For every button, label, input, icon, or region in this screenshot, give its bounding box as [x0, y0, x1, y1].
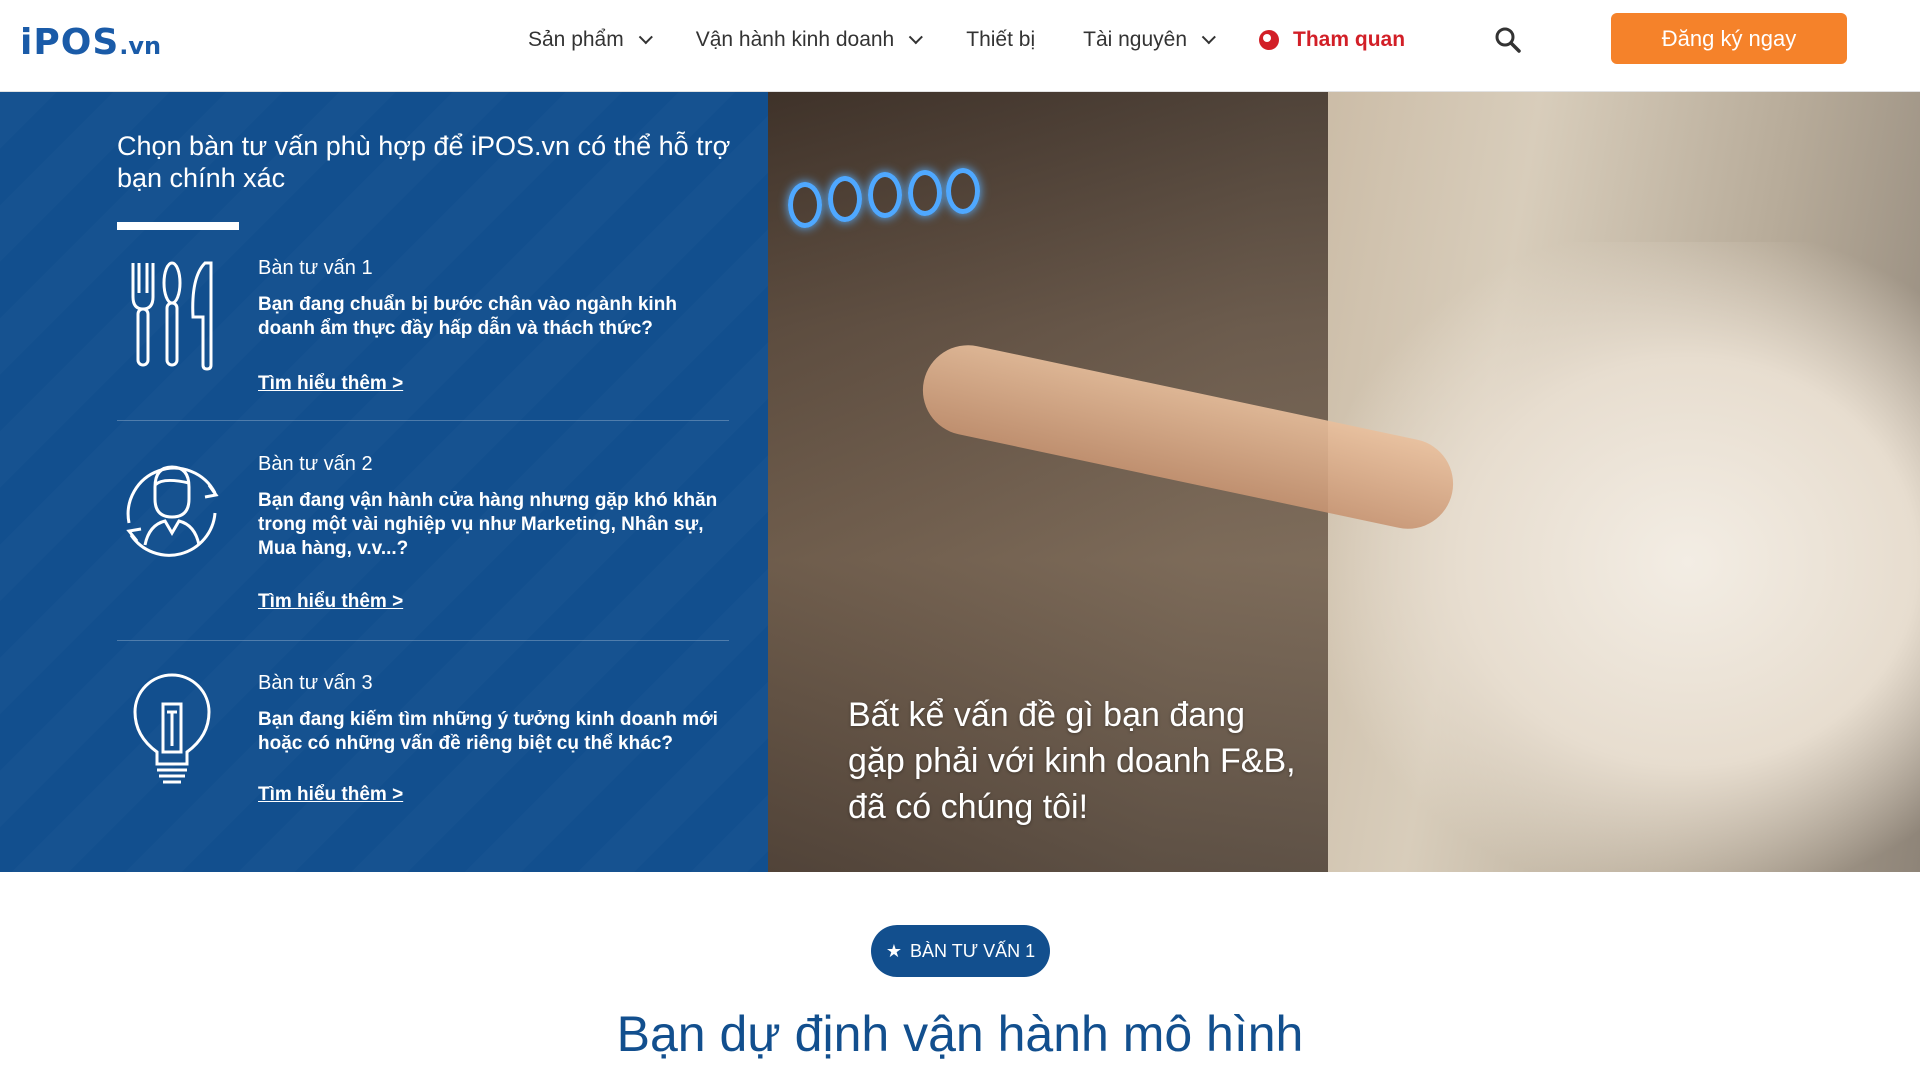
machine-light	[868, 172, 902, 218]
machine-light	[946, 168, 980, 214]
nav-label: Vận hành kinh doanh	[695, 28, 895, 51]
advisor-card-2: Bàn tư vấn 2 Bạn đang vận hành cửa hàng …	[117, 453, 729, 643]
nav-label: Tài nguyên	[1083, 28, 1188, 51]
machine-light	[788, 182, 822, 228]
learn-more-link[interactable]: Tìm hiểu thêm >	[258, 784, 403, 806]
globe-icon	[1259, 30, 1280, 50]
advisor-panel-title: Chọn bàn tư vấn phù hợp để iPOS.vn có th…	[117, 131, 731, 193]
chevron-down-icon	[638, 30, 653, 45]
lightbulb-icon	[117, 672, 227, 792]
barista-graphic	[1328, 242, 1920, 872]
nav-label: Sản phẩm	[528, 28, 624, 51]
advisor-card-3: Bàn tư vấn 3 Bạn đang kiếm tìm những ý t…	[117, 672, 729, 842]
machine-light	[828, 176, 862, 222]
quote-line: Bất kể vấn đề gì bạn đang	[848, 696, 1245, 734]
advisor-badge[interactable]: ★ BÀN TƯ VẤN 1	[871, 925, 1050, 977]
machine-light	[908, 170, 942, 216]
nav-label: Thiết bị	[966, 28, 1036, 51]
advisor-description: Bạn đang chuẩn bị bước chân vào ngành ki…	[258, 294, 677, 339]
nav-item-operations[interactable]: Vận hành kinh doanh	[695, 28, 924, 52]
person-cycle-icon	[117, 453, 227, 573]
chevron-down-icon	[909, 30, 924, 45]
nav-item-products[interactable]: Sản phẩm	[528, 28, 653, 52]
hero-section: Chọn bàn tư vấn phù hợp để iPOS.vn có th…	[0, 92, 1920, 872]
nav-item-devices[interactable]: Thiết bị	[966, 28, 1035, 52]
hero-quote: Bất kể vấn đề gì bạn đang gặp phải với k…	[848, 692, 1368, 830]
nav-item-resources[interactable]: Tài nguyên	[1083, 28, 1216, 52]
advisor-description: Bạn đang vận hành cửa hàng nhưng gặp khó…	[258, 490, 718, 559]
register-button[interactable]: Đăng ký ngay	[1611, 13, 1847, 64]
star-icon: ★	[885, 940, 903, 961]
cutlery-icon	[117, 257, 227, 377]
quote-line: gặp phải với kinh doanh F&B,	[848, 742, 1296, 780]
badge-label: BÀN TƯ VẤN 1	[910, 940, 1036, 961]
chevron-down-icon	[1201, 30, 1216, 45]
main-nav: Sản phẩm Vận hành kinh doanh Thiết bị Tà…	[528, 0, 1405, 80]
advisor-panel: Chọn bàn tư vấn phù hợp để iPOS.vn có th…	[0, 92, 768, 872]
advisor-label: Bàn tư vấn 3	[258, 672, 373, 694]
divider	[117, 420, 729, 421]
divider	[117, 640, 729, 641]
search-icon[interactable]	[1494, 26, 1522, 54]
ipos-logo[interactable]: iPOS.vn	[20, 22, 161, 63]
advisor-label: Bàn tư vấn 1	[258, 257, 373, 279]
advisor-card-1: Bàn tư vấn 1 Bạn đang chuẩn bị bước chân…	[117, 257, 729, 427]
advisor-description: Bạn đang kiếm tìm những ý tưởng kinh doa…	[258, 709, 718, 754]
section-title: Bạn dự định vận hành mô hình	[616, 1006, 1304, 1062]
nav-item-visit[interactable]: Tham quan	[1259, 28, 1405, 52]
site-header: iPOS.vn Sản phẩm Vận hành kinh doanh Thi…	[0, 0, 1920, 92]
advisor-label: Bàn tư vấn 2	[258, 453, 373, 475]
quote-line: đã có chúng tôi!	[848, 788, 1089, 826]
learn-more-link[interactable]: Tìm hiểu thêm >	[258, 591, 403, 613]
learn-more-link[interactable]: Tìm hiểu thêm >	[258, 373, 403, 395]
title-underline	[117, 222, 239, 230]
nav-label: Tham quan	[1293, 28, 1406, 51]
